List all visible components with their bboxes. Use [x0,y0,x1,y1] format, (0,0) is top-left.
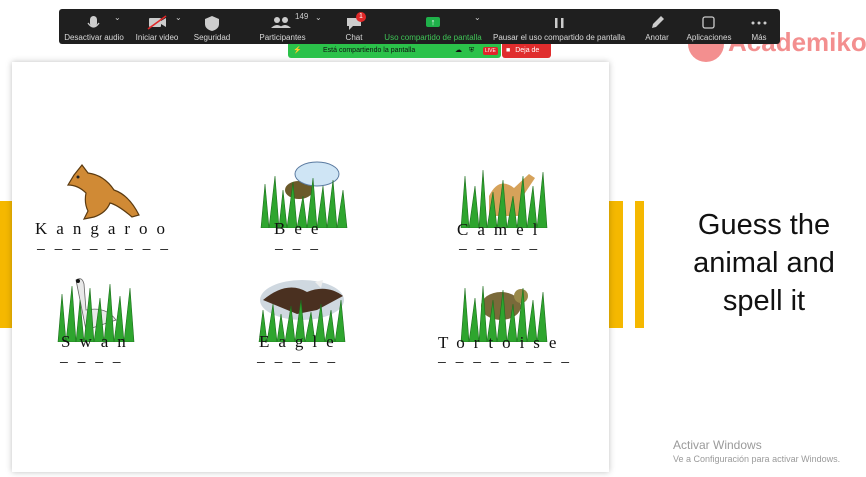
activation-subtitle: Ve a Configuración para activar Windows. [673,454,841,464]
word-swan: Swan [61,332,135,351]
shield-small-icon: ⛨ [469,47,475,54]
more-button[interactable]: Más [745,9,773,44]
chat-button[interactable]: Chat [337,9,371,44]
pause-label: Pausar el uso compartido de pantalla [493,33,626,42]
kangaroo-image [66,164,140,220]
shared-slide: Kangaroo — — — — — — — — Bee — — — Camel… [0,0,866,477]
pencil-icon [652,16,664,28]
sharing-status-banner: ⚡ Está compartiendo la pantalla ☁ ⛨ LIVE [288,44,501,58]
participants-chevron-icon[interactable]: ⌄ [315,13,322,22]
apps-icon [702,16,715,29]
more-label: Más [751,33,767,42]
instruction-text: Guess the animal and spell it [676,206,852,320]
instruction-line-2: animal and [693,247,835,279]
word-bee: Bee [274,219,328,238]
camel-in-grass-image [460,169,548,228]
annotate-button[interactable]: Anotar [639,9,675,44]
cloud-icon: ☁ [455,47,462,54]
security-button[interactable]: Seguridad [191,9,233,44]
right-stripe-1 [609,201,623,328]
windows-activation-watermark: Activar Windows Ve a Configuración para … [673,438,840,464]
meeting-toolbar: Desactivar audio ⌄ Iniciar video ⌄ Segur… [59,9,780,44]
instruction-line-3: spell it [722,285,806,317]
apps-button[interactable]: Aplicaciones [683,9,735,44]
share-screen-icon-wrap: ↑ [383,13,483,33]
security-label: Seguridad [193,33,231,42]
sharing-status-text: Está compartiendo la pantalla [323,47,416,54]
more-dots-icon [751,21,767,25]
instruction-line-1: Guess the [697,209,831,241]
blanks-camel: — — — — — [459,242,539,257]
blanks-eagle: — — — — — [257,355,337,370]
audio-options-chevron-icon[interactable]: ⌄ [114,13,121,22]
right-stripe-2 [635,201,644,328]
word-kangaroo: Kangaroo [35,219,175,238]
left-stripe [0,201,12,328]
video-options-chevron-icon[interactable]: ⌄ [175,13,182,22]
chat-unread-badge: 1 [356,12,366,22]
participants-count: 149 [295,12,309,21]
apps-label: Aplicaciones [686,33,732,42]
stop-icon: ■ [506,47,511,54]
word-tortoise: Tortoise [438,333,566,352]
stop-share-label: Deja de [515,47,540,54]
mute-label: Desactivar audio [64,33,124,42]
activation-title: Activar Windows [673,438,762,452]
share-label: Uso compartido de pantalla [384,33,482,42]
share-arrow-icon: ↑ [426,17,440,27]
share-options-chevron-icon[interactable]: ⌄ [474,13,481,22]
video-label: Iniciar video [135,33,179,42]
blanks-bee: — — — [275,242,320,257]
worksheet-card: Kangaroo — — — — — — — — Bee — — — Camel… [12,62,609,472]
live-badge: LIVE [483,47,498,55]
blanks-kangaroo: — — — — — — — — [37,242,170,257]
chat-label: Chat [345,33,363,42]
pause-share-button[interactable]: Pausar el uso compartido de pantalla [493,9,625,44]
share-screen-button[interactable]: ↑ Uso compartido de pantalla [383,9,483,44]
participants-label: Participantes [259,33,306,42]
blanks-swan: — — — — [60,355,122,370]
shield-icon [205,16,219,31]
bee-in-grass-image [260,161,348,228]
broadcast-icon: ⚡ [293,47,302,54]
blanks-tortoise: — — — — — — — — [438,355,571,370]
annotate-label: Anotar [645,33,669,42]
word-camel: Camel [457,220,547,239]
tortoise-in-grass-image [460,285,548,342]
stop-share-button[interactable]: ■ Deja de [502,44,551,58]
word-eagle: Eagle [259,332,343,351]
pause-icon [555,18,564,28]
